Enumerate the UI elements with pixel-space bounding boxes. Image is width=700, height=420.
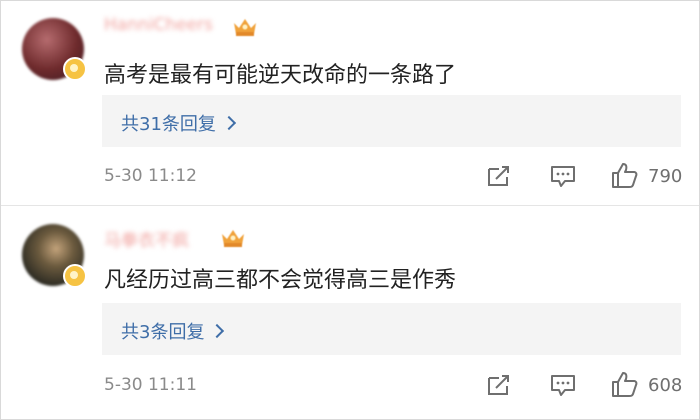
- like-count: 608: [648, 375, 683, 396]
- forward-icon[interactable]: [486, 164, 512, 188]
- comment-item: 马拳衣不疯 凡经历过高三都不会觉得高三是作秀 共3条回复 5-30 11:11: [1, 206, 699, 410]
- comment-text: 高考是最有可能逆天改命的一条路了: [104, 63, 457, 88]
- like-count: 790: [648, 166, 683, 187]
- reply-count-label: 共3条回复: [121, 322, 205, 343]
- comment-time: 5-30 11:12: [104, 166, 197, 186]
- verified-badge-icon: [63, 57, 87, 81]
- reply-count-label: 共31条回复: [121, 114, 216, 135]
- comment-list: HanniCheers 高考是最有可能逆天改命的一条路了 共31条回复 5-30…: [0, 0, 700, 420]
- chevron-right-icon: [221, 115, 236, 131]
- reply-box[interactable]: 共31条回复: [102, 95, 681, 147]
- verified-badge-icon: [63, 264, 87, 288]
- comment-item: HanniCheers 高考是最有可能逆天改命的一条路了 共31条回复 5-30…: [1, 1, 699, 205]
- like-icon[interactable]: [610, 370, 638, 398]
- comment-time: 5-30 11:11: [104, 375, 197, 395]
- view-replies-link[interactable]: 共31条回复: [121, 110, 236, 136]
- vip-crown-icon: [234, 19, 256, 36]
- comment-icon[interactable]: [550, 164, 576, 188]
- vip-crown-icon: [222, 230, 244, 247]
- forward-icon[interactable]: [486, 373, 512, 397]
- comment-icon[interactable]: [550, 373, 576, 397]
- like-icon[interactable]: [610, 161, 638, 189]
- view-replies-link[interactable]: 共3条回复: [121, 318, 225, 344]
- chevron-right-icon: [210, 323, 225, 339]
- username[interactable]: 马拳衣不疯: [104, 226, 189, 251]
- comment-text: 凡经历过高三都不会觉得高三是作秀: [104, 268, 457, 293]
- reply-box[interactable]: 共3条回复: [102, 303, 681, 355]
- username[interactable]: HanniCheers: [104, 15, 213, 35]
